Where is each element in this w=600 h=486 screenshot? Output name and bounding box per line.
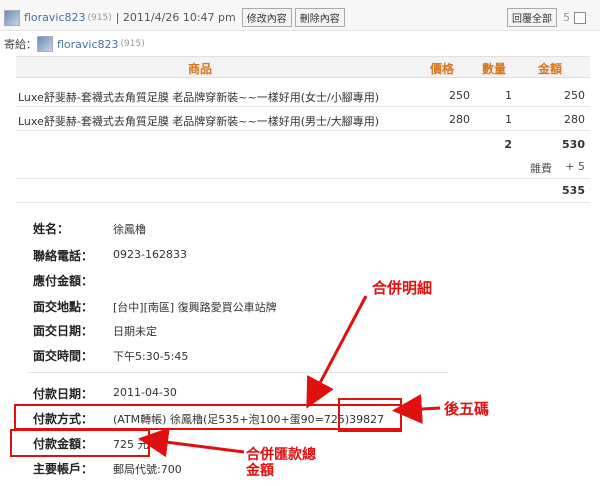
arrow-merge-detail bbox=[306, 295, 368, 409]
arrow-last-five bbox=[392, 394, 441, 424]
annotation-arrows bbox=[138, 295, 441, 458]
arrow-merge-total bbox=[138, 427, 245, 458]
